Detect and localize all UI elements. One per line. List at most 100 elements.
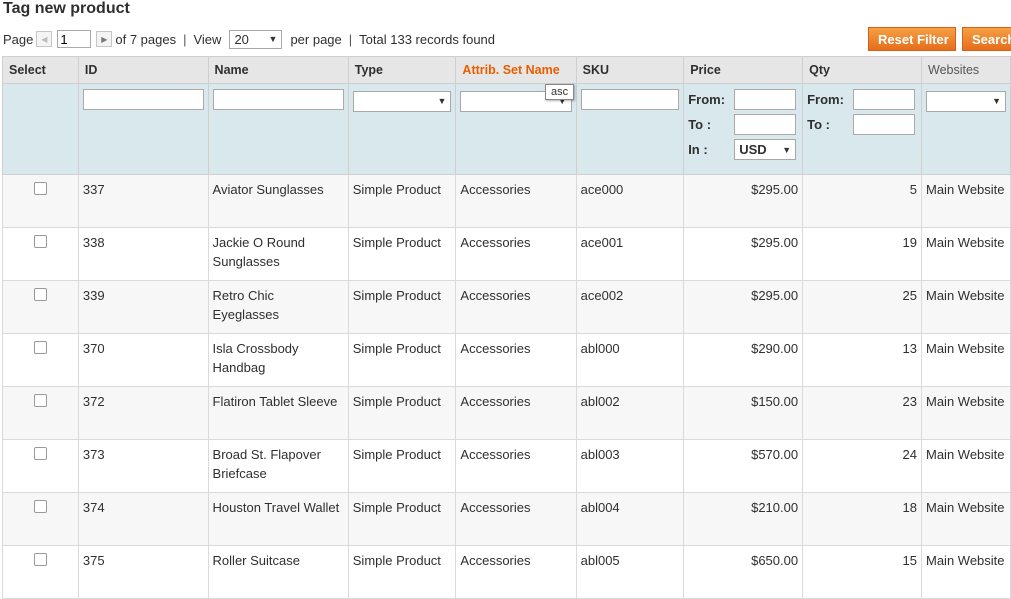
row-select-cell <box>2 386 79 440</box>
chevron-down-icon: ▼ <box>437 96 447 106</box>
col-websites[interactable]: Websites <box>921 56 1011 84</box>
row-checkbox[interactable] <box>33 235 47 248</box>
row-checkbox[interactable] <box>33 341 47 354</box>
row-id: 375 <box>77 545 209 599</box>
row-checkbox[interactable] <box>33 288 47 301</box>
row-qty: 13 <box>802 333 922 387</box>
row-qty: 24 <box>802 439 922 493</box>
table-row[interactable]: 375 Roller Suitcase Simple Product Accessor… <box>2 545 1011 599</box>
table-row[interactable]: 337 Aviator Sunglasses Simple Product Acces… <box>2 174 1011 228</box>
col-sku[interactable]: SKU <box>575 56 685 84</box>
filter-websites-cell: ▼ <box>921 83 1011 175</box>
row-website: Main Website <box>921 227 1011 281</box>
filter-sku-input[interactable] <box>580 89 680 110</box>
row-name: Flatiron Tablet Sleeve <box>207 386 349 440</box>
filter-price-cell: From: To : In : USD ▼ <box>683 83 804 175</box>
row-website: Main Website <box>921 439 1011 493</box>
row-sku: abl005 <box>575 545 685 599</box>
table-row[interactable]: 373 Broad St. Flapover Briefcase Simple Pr… <box>2 439 1011 493</box>
table-row[interactable]: 374 Houston Travel Wallet Simple Product Ac… <box>2 492 1011 546</box>
row-price: $210.00 <box>683 492 804 546</box>
table-row[interactable]: 370 Isla Crossbody Handbag Simple Product A… <box>2 333 1011 387</box>
filter-id-input[interactable] <box>82 89 204 110</box>
col-id[interactable]: ID <box>77 56 209 84</box>
total-records: Total 133 records found <box>359 31 496 47</box>
row-type: Simple Product <box>347 333 457 387</box>
search-button[interactable]: Search <box>962 27 1011 51</box>
row-sku: abl004 <box>575 492 685 546</box>
col-name[interactable]: Name <box>207 56 349 84</box>
chevron-down-icon: ▼ <box>782 144 792 155</box>
of-pages-text: of 7 pages <box>115 31 177 47</box>
row-id: 339 <box>77 280 209 334</box>
prev-page-icon[interactable]: ◀ <box>36 31 53 47</box>
row-price: $150.00 <box>683 386 804 440</box>
filter-select-cell <box>2 83 79 175</box>
row-checkbox[interactable] <box>33 500 47 513</box>
filter-row: ▼ ▼ From: To : In : USD ▼ From: To: ▼ <box>2 83 1011 175</box>
row-id: 370 <box>77 333 209 387</box>
row-id: 338 <box>77 227 209 281</box>
qty-to-label: To : <box>807 117 830 132</box>
filter-websites-select[interactable]: ▼ <box>926 90 1006 112</box>
row-qty: 15 <box>802 545 922 599</box>
qty-to-input[interactable] <box>853 114 916 135</box>
col-select[interactable]: Select <box>2 56 79 84</box>
row-name: Aviator Sunglasses <box>207 174 349 228</box>
row-name: Isla Crossbody Handbag <box>207 333 349 387</box>
price-from-input[interactable] <box>734 89 797 110</box>
product-grid: Select ID Name Type Attrib. Set Name SKU… <box>2 56 1011 599</box>
row-type: Simple Product <box>347 492 457 546</box>
qty-from-label: From: <box>807 92 844 107</box>
row-checkbox[interactable] <box>33 553 47 566</box>
row-qty: 25 <box>802 280 922 334</box>
filter-type-cell: ▼ <box>347 83 457 175</box>
row-type: Simple Product <box>347 174 457 228</box>
row-attrib-set: Accessories <box>455 545 577 599</box>
pager-separator-2: | <box>348 31 353 47</box>
row-checkbox[interactable] <box>33 182 47 195</box>
row-sku: ace000 <box>575 174 685 228</box>
col-type[interactable]: Type <box>347 56 457 84</box>
filter-name-input[interactable] <box>212 89 344 110</box>
row-select-cell <box>2 227 79 281</box>
col-qty[interactable]: Qty <box>802 56 922 84</box>
row-sku: abl003 <box>575 439 685 493</box>
page-title: Tag new product <box>3 0 130 17</box>
pager: Page ◀ ▶ of 7 pages | View 20 ▼ per page… <box>3 28 495 50</box>
search-label: Search <box>972 31 1011 47</box>
row-website: Main Website <box>921 386 1011 440</box>
reset-filter-button[interactable]: Reset Filter <box>868 27 956 51</box>
col-attrib-set-name[interactable]: Attrib. Set Name <box>455 56 577 84</box>
row-id: 373 <box>77 439 209 493</box>
price-to-input[interactable] <box>734 114 797 135</box>
row-attrib-set: Accessories <box>455 386 577 440</box>
pager-separator: | <box>183 31 187 47</box>
row-select-cell <box>2 333 79 387</box>
per-page-label: per page <box>290 31 342 47</box>
row-website: Main Website <box>921 174 1011 228</box>
per-page-select[interactable]: 20 ▼ <box>229 29 283 49</box>
filter-sku-cell <box>575 83 685 175</box>
row-checkbox[interactable] <box>33 447 47 460</box>
row-type: Simple Product <box>347 545 457 599</box>
col-price[interactable]: Price <box>683 56 804 84</box>
qty-from-input[interactable] <box>853 89 916 110</box>
table-row[interactable]: 372 Flatiron Tablet Sleeve Simple Product A… <box>2 386 1011 440</box>
next-page-icon[interactable]: ▶ <box>96 31 113 47</box>
currency-select[interactable]: USD ▼ <box>734 139 797 160</box>
row-checkbox[interactable] <box>33 394 47 407</box>
row-price: $295.00 <box>683 280 804 334</box>
row-name: Jackie O Round Sunglasses <box>207 227 349 281</box>
row-price: $295.00 <box>683 227 804 281</box>
page-input[interactable] <box>57 30 92 48</box>
row-sku: abl002 <box>575 386 685 440</box>
table-row[interactable]: 339 Retro Chic Eyeglasses Simple Product Ac… <box>2 280 1011 334</box>
row-qty: 23 <box>802 386 922 440</box>
table-row[interactable]: 338 Jackie O Round Sunglasses Simple Produ… <box>2 227 1011 281</box>
reset-filter-label: Reset Filter <box>878 31 949 47</box>
row-select-cell <box>2 174 79 228</box>
row-price: $650.00 <box>683 545 804 599</box>
row-name: Broad St. Flapover Briefcase <box>207 439 349 493</box>
filter-type-select[interactable]: ▼ <box>352 90 452 112</box>
